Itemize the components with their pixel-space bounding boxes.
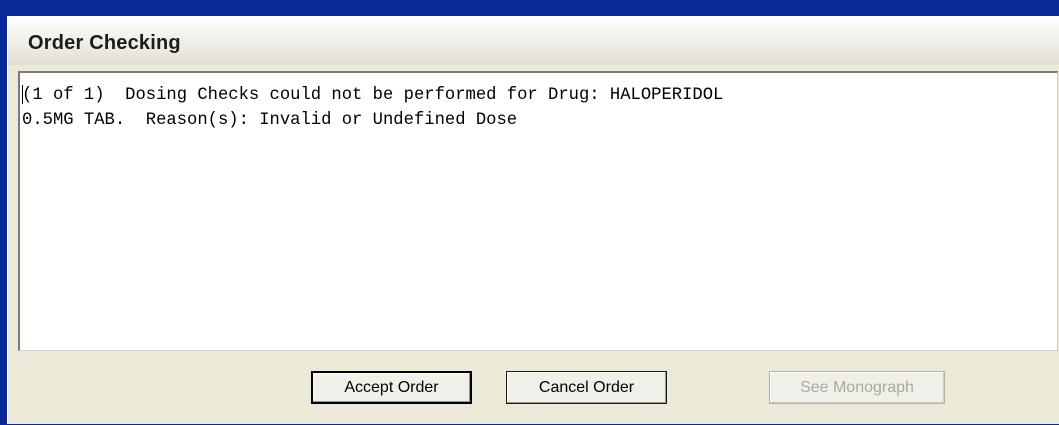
order-check-message-box[interactable]: (1 of 1) Dosing Checks could not be perf…	[18, 71, 1058, 351]
button-row: Accept Order Cancel Order See Monograph	[8, 351, 1059, 425]
dialog-title: Order Checking	[28, 32, 181, 54]
cancel-order-button[interactable]: Cancel Order	[506, 371, 667, 404]
accept-order-button[interactable]: Accept Order	[311, 371, 472, 404]
order-checking-dialog: Order Checking (1 of 1) Dosing Checks co…	[7, 16, 1059, 424]
see-monograph-button[interactable]: See Monograph	[769, 371, 945, 404]
order-check-message-text: (1 of 1) Dosing Checks could not be perf…	[22, 86, 724, 130]
dialog-title-bar[interactable]: Order Checking	[8, 17, 1059, 65]
